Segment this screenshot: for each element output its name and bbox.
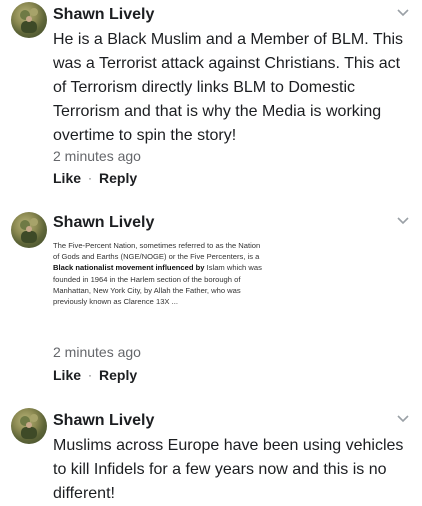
author-name[interactable]: Shawn Lively: [53, 214, 154, 232]
avatar[interactable]: [11, 408, 47, 444]
comment-text: Muslims across Europe have been using ve…: [53, 437, 404, 502]
avatar[interactable]: [11, 2, 47, 38]
screenshot-text-part1: The Five-Percent Nation, sometimes refer…: [53, 241, 261, 262]
separator-dot: ·: [88, 171, 93, 185]
like-button[interactable]: Like: [53, 367, 81, 383]
like-button[interactable]: Like: [53, 170, 81, 186]
author-name[interactable]: Shawn Lively: [53, 412, 154, 430]
avatar[interactable]: [11, 212, 47, 248]
comment-timestamp: 2 minutes ago: [53, 344, 141, 360]
attached-text-screenshot[interactable]: The Five-Percent Nation, sometimes refer…: [53, 240, 268, 307]
reply-button[interactable]: Reply: [99, 170, 137, 186]
chevron-down-icon[interactable]: [396, 8, 410, 18]
reply-button[interactable]: Reply: [99, 367, 137, 383]
comment-actions: Like · Reply: [53, 170, 137, 186]
screenshot-text-bold: Black nationalist movement influenced by: [53, 263, 205, 273]
author-name[interactable]: Shawn Lively: [53, 6, 154, 24]
comment-actions: Like · Reply: [53, 367, 137, 383]
chevron-down-icon[interactable]: [396, 414, 410, 424]
comment-text: He is a Black Muslim and a Member of BLM…: [53, 31, 404, 144]
separator-dot: ·: [88, 368, 93, 382]
chevron-down-icon[interactable]: [396, 216, 410, 226]
comment-timestamp: 2 minutes ago: [53, 148, 141, 164]
